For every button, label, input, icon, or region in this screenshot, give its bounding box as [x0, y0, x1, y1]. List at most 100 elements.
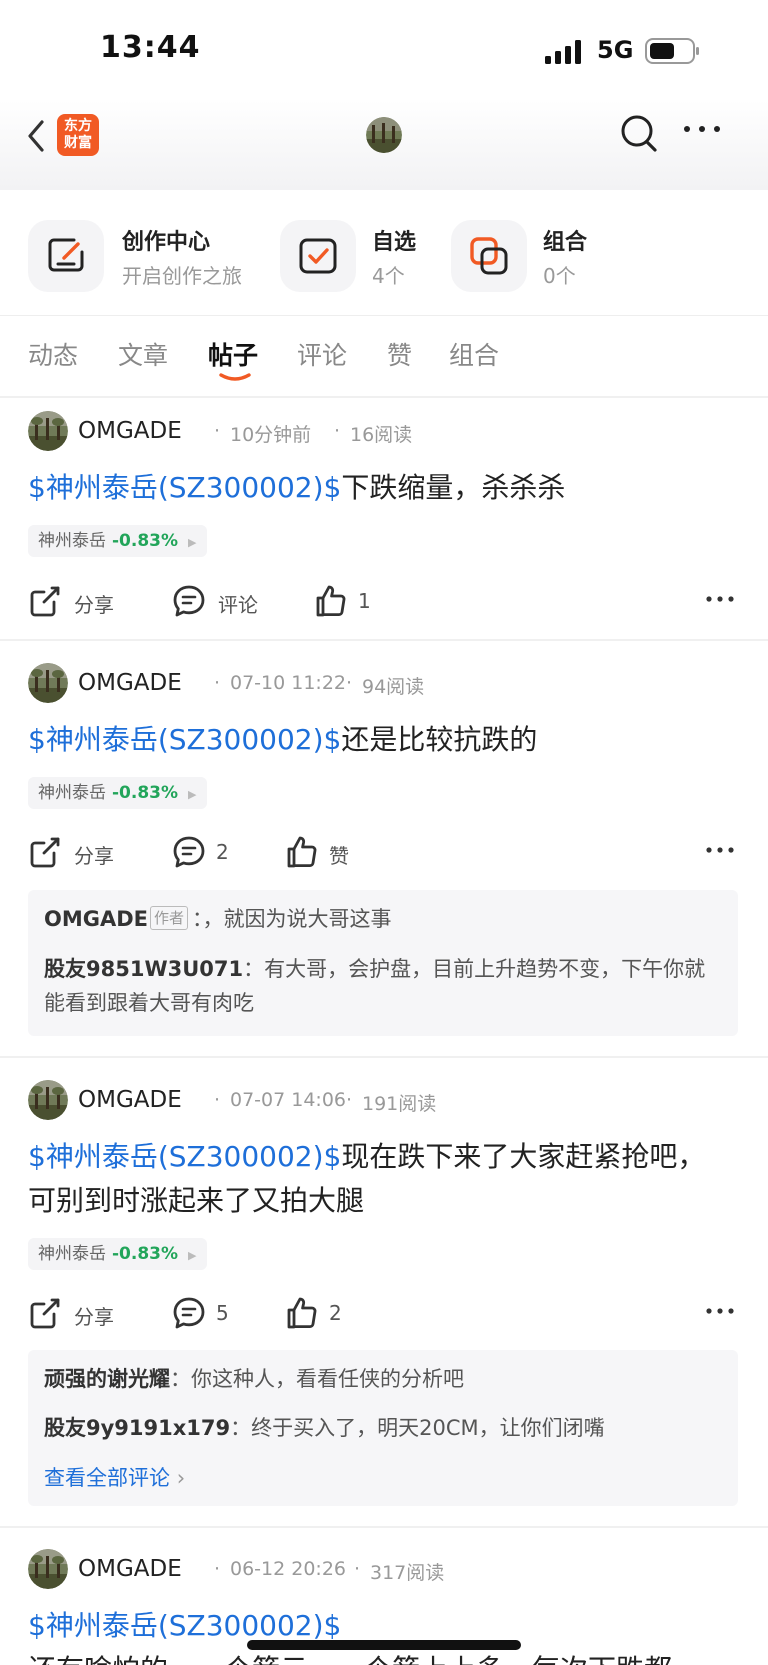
- comment-preview[interactable]: 顽强的谢光耀：你这种人，看看任侠的分析吧 股友9y9191x179：终于买入了，…: [28, 1350, 738, 1506]
- comment-author[interactable]: 股友9851W3U071: [44, 957, 243, 981]
- post-actions: 分享 5 2: [0, 1292, 768, 1336]
- comment-item: 顽强的谢光耀：你这种人，看看任侠的分析吧: [44, 1362, 724, 1396]
- comment-count: 2: [216, 840, 229, 864]
- divider: [0, 1526, 768, 1528]
- read-count: 16阅读: [350, 424, 413, 446]
- like-button[interactable]: 2: [285, 1292, 365, 1336]
- post-text: 还有啥怕的，一个箭云，一个箭上上多，每次下跌都: [28, 1653, 672, 1665]
- comment-text: ：终于买入了，明天20CM，让你们闭嘴: [230, 1416, 605, 1440]
- profile-avatar[interactable]: [366, 117, 402, 153]
- stock-quote-chip[interactable]: 神州泰岳 -0.83% ▶: [28, 1238, 207, 1270]
- username[interactable]: OMGADE: [78, 670, 182, 696]
- divider: [0, 396, 768, 398]
- search-icon[interactable]: [618, 112, 660, 156]
- chip-arrow-icon: ▶: [188, 1249, 197, 1262]
- read-count: 317阅读: [370, 1562, 445, 1584]
- username[interactable]: OMGADE: [78, 1087, 182, 1113]
- share-button[interactable]: 分享: [28, 580, 128, 624]
- portfolio-entry[interactable]: 组合 0个: [451, 220, 601, 292]
- comment-button[interactable]: 评论: [172, 580, 272, 624]
- more-icon[interactable]: [705, 594, 735, 604]
- comment-label: 评论: [218, 593, 258, 617]
- home-indicator: [247, 1640, 521, 1650]
- share-icon: [28, 835, 62, 869]
- post-time: 10分钟前: [230, 424, 312, 446]
- post-header: OMGADE · 07-07 14:06 · 191阅读: [28, 1080, 748, 1122]
- stock-link[interactable]: $神州泰岳(SZ300002)$: [28, 723, 341, 756]
- post-time: 07-10 11:22: [230, 672, 347, 694]
- chip-stock-name: 神州泰岳: [38, 783, 106, 803]
- comment-author[interactable]: 股友9y9191x179: [44, 1416, 230, 1440]
- tab-posts[interactable]: 帖子: [208, 336, 258, 372]
- app-logo[interactable]: 东方 财富: [57, 114, 99, 156]
- user-avatar[interactable]: [28, 1080, 68, 1120]
- portfolio-icon: [451, 220, 527, 292]
- like-button[interactable]: 赞: [285, 831, 365, 875]
- meta-dot: ·: [334, 420, 341, 442]
- comment-preview[interactable]: OMGADE 作者 ：，就因为说大哥这事 股友9851W3U071：有大哥，会护盘，…: [28, 890, 738, 1036]
- stock-link[interactable]: $神州泰岳(SZ300002)$: [28, 471, 341, 504]
- share-button[interactable]: 分享: [28, 831, 128, 875]
- chip-change: -0.83%: [112, 783, 179, 803]
- tab-articles[interactable]: 文章: [118, 336, 168, 372]
- meta-dot: ·: [214, 420, 221, 442]
- post-text: 下跌缩量，杀杀杀: [341, 471, 566, 504]
- more-options-icon[interactable]: [680, 122, 724, 136]
- comment-icon: [172, 584, 206, 618]
- comment-item: OMGADE 作者 ：，就因为说大哥这事: [44, 902, 724, 936]
- meta-dot: ·: [354, 1558, 361, 1580]
- status-bar: 13:44 5G: [0, 0, 768, 100]
- share-icon: [28, 1296, 62, 1330]
- post-content[interactable]: $神州泰岳(SZ300002)$ 还有啥怕的，一个箭云，一个箭上上多，每次下跌都: [28, 1604, 728, 1665]
- post-content[interactable]: $神州泰岳(SZ300002)$还是比较抗跌的: [28, 718, 728, 762]
- comment-author[interactable]: 顽强的谢光耀: [44, 1367, 170, 1391]
- post-time: 06-12 20:26: [230, 1558, 347, 1580]
- stock-quote-chip[interactable]: 神州泰岳 -0.83% ▶: [28, 777, 207, 809]
- meta-dot: ·: [214, 1558, 221, 1580]
- divider: [0, 1056, 768, 1058]
- comment-button[interactable]: 5: [172, 1292, 252, 1336]
- tab-portfolios[interactable]: 组合: [449, 336, 499, 372]
- comment-text: ：你这种人，看看任侠的分析吧: [170, 1367, 464, 1391]
- stock-link[interactable]: $神州泰岳(SZ300002)$: [28, 1140, 341, 1173]
- creation-center-entry[interactable]: 创作中心 开启创作之旅: [28, 220, 258, 292]
- username[interactable]: OMGADE: [78, 418, 182, 444]
- chevron-right-icon: ›: [176, 1466, 186, 1490]
- like-label: 赞: [329, 844, 349, 868]
- comment-button[interactable]: 2: [172, 831, 252, 875]
- logo-text-bottom: 财富: [64, 135, 92, 151]
- creation-center-subtitle: 开启创作之旅: [122, 264, 242, 288]
- post-content[interactable]: $神州泰岳(SZ300002)$现在跌下来了大家赶紧抢吧，可别到时涨起来了又拍大…: [28, 1135, 728, 1223]
- creation-center-title: 创作中心: [122, 230, 211, 255]
- user-avatar[interactable]: [28, 1549, 68, 1589]
- stock-link[interactable]: $神州泰岳(SZ300002)$: [28, 1609, 341, 1642]
- comment-item: 股友9851W3U071：有大哥，会护盘，目前上升趋势不变，下午你就能看到跟着大…: [44, 952, 724, 1020]
- more-icon[interactable]: [705, 845, 735, 855]
- back-arrow-icon[interactable]: [22, 116, 52, 156]
- post-actions: 分享 2 赞: [0, 831, 768, 875]
- like-button[interactable]: 1: [314, 580, 394, 624]
- tab-comments[interactable]: 评论: [297, 336, 347, 372]
- comment-item: 股友9y9191x179：终于买入了，明天20CM，让你们闭嘴: [44, 1411, 724, 1445]
- tab-likes[interactable]: 赞: [387, 336, 412, 372]
- username[interactable]: OMGADE: [78, 1556, 182, 1582]
- thumbs-up-icon: [285, 835, 319, 869]
- creation-icon: [28, 220, 104, 292]
- post-header: OMGADE · 06-12 20:26 · 317阅读: [28, 1549, 748, 1591]
- post-time: 07-07 14:06: [230, 1089, 347, 1111]
- watchlist-entry[interactable]: 自选 4个: [280, 220, 430, 292]
- share-button[interactable]: 分享: [28, 1292, 128, 1336]
- user-avatar[interactable]: [28, 663, 68, 703]
- quick-entries: 创作中心 开启创作之旅 自选 4个 组合 0个: [0, 190, 768, 316]
- comment-author[interactable]: OMGADE: [44, 907, 148, 931]
- post-content[interactable]: $神州泰岳(SZ300002)$下跌缩量，杀杀杀: [28, 466, 728, 510]
- stock-quote-chip[interactable]: 神州泰岳 -0.83% ▶: [28, 525, 207, 557]
- network-type: 5G: [597, 36, 634, 64]
- user-avatar[interactable]: [28, 411, 68, 451]
- watchlist-title: 自选: [372, 230, 417, 255]
- view-all-comments-link[interactable]: 查看全部评论 ›: [44, 1462, 185, 1492]
- meta-dot: ·: [346, 672, 353, 694]
- tab-dynamics[interactable]: 动态: [28, 336, 78, 372]
- more-icon[interactable]: [705, 1306, 735, 1316]
- view-all-label: 查看全部评论: [44, 1466, 170, 1490]
